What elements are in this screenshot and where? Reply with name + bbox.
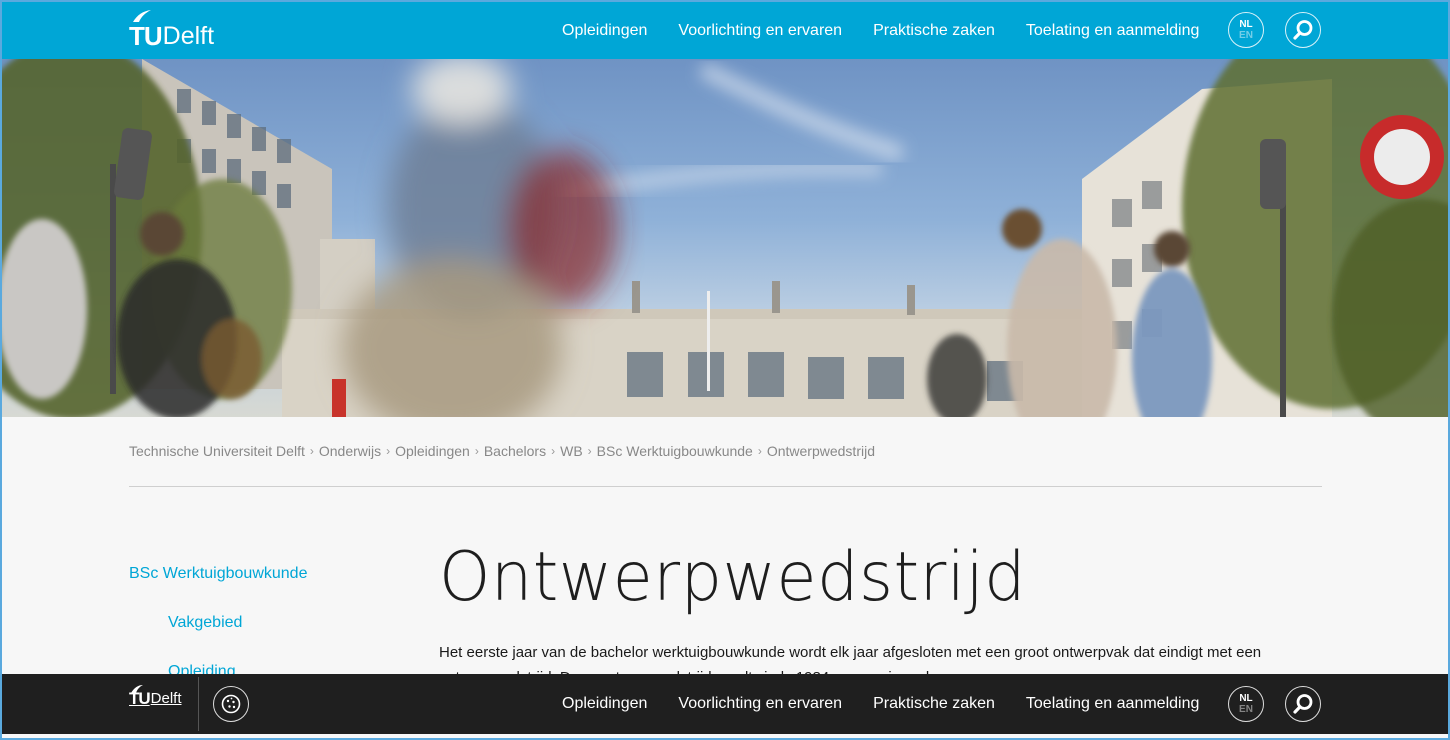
breadcrumb-separator-icon: › — [551, 444, 556, 458]
search-button[interactable] — [1285, 686, 1321, 722]
content-divider — [129, 486, 1322, 487]
breadcrumb-current: Ontwerpwedstrijd — [766, 443, 875, 459]
flame-icon — [133, 10, 151, 22]
breadcrumb-separator-icon: › — [309, 444, 314, 458]
cookie-settings-button[interactable] — [213, 686, 249, 722]
top-navigation-bar: TU Delft Opleidingen Voorlichting en erv… — [2, 2, 1448, 59]
vertical-separator — [198, 677, 199, 731]
hero-image — [2, 59, 1448, 417]
sticky-bottom-bar: TU Delft Opleidingen Voorlichting en erv… — [2, 674, 1448, 734]
browser-viewport: TU Delft Opleidingen Voorlichting en erv… — [0, 0, 1450, 740]
nav-voorlichting[interactable]: Voorlichting en ervaren — [678, 695, 842, 713]
lang-nl: NL — [1239, 19, 1253, 30]
breadcrumb-item[interactable]: Opleidingen — [395, 443, 470, 459]
nav-toelating[interactable]: Toelating en aanmelding — [1026, 695, 1199, 713]
search-icon — [1293, 694, 1313, 714]
cookie-icon — [221, 694, 241, 714]
nav-voorlichting[interactable]: Voorlichting en ervaren — [678, 22, 842, 40]
breadcrumb-separator-icon: › — [757, 444, 762, 458]
tudelft-logo-small[interactable]: TU Delft — [129, 685, 182, 708]
lang-en: EN — [1239, 704, 1253, 715]
nav-toelating[interactable]: Toelating en aanmelding — [1026, 22, 1199, 40]
search-button[interactable] — [1285, 12, 1321, 48]
logo-tu-text: TU — [129, 21, 163, 51]
breadcrumb-separator-icon: › — [587, 444, 592, 458]
sidebar-item-bsc-werktuigbouwkunde[interactable]: BSc Werktuigbouwkunde — [129, 565, 307, 583]
breadcrumb-item[interactable]: Onderwijs — [319, 443, 381, 459]
tudelft-logo[interactable]: TU Delft — [129, 10, 215, 51]
bottom-nav: Opleidingen Voorlichting en ervaren Prak… — [562, 674, 1230, 734]
lang-nl: NL — [1239, 693, 1253, 704]
nav-opleidingen[interactable]: Opleidingen — [562, 22, 647, 40]
language-toggle[interactable]: NL EN — [1228, 12, 1264, 48]
language-toggle[interactable]: NL EN — [1228, 686, 1264, 722]
hero-photo — [2, 59, 1448, 417]
breadcrumb-separator-icon: › — [386, 444, 391, 458]
breadcrumb-item[interactable]: Technische Universiteit Delft — [129, 443, 305, 459]
search-icon — [1293, 20, 1313, 40]
breadcrumb-item[interactable]: WB — [560, 443, 583, 459]
breadcrumb: Technische Universiteit Delft › Onderwij… — [129, 443, 875, 459]
sidebar-item-vakgebied[interactable]: Vakgebied — [168, 614, 242, 632]
nav-praktische-zaken[interactable]: Praktische zaken — [873, 22, 995, 40]
logo-delft-text: Delft — [150, 690, 182, 707]
flame-icon — [131, 685, 143, 693]
nav-praktische-zaken[interactable]: Praktische zaken — [873, 695, 995, 713]
page-title: Ontwerpwedstrijd — [439, 538, 1027, 617]
breadcrumb-item[interactable]: Bachelors — [484, 443, 546, 459]
lang-en: EN — [1239, 30, 1253, 41]
logo-delft-text: Delft — [162, 22, 215, 50]
breadcrumb-separator-icon: › — [474, 444, 479, 458]
breadcrumb-item[interactable]: BSc Werktuigbouwkunde — [597, 443, 753, 459]
main-nav: Opleidingen Voorlichting en ervaren Prak… — [562, 2, 1230, 59]
nav-opleidingen[interactable]: Opleidingen — [562, 695, 647, 713]
